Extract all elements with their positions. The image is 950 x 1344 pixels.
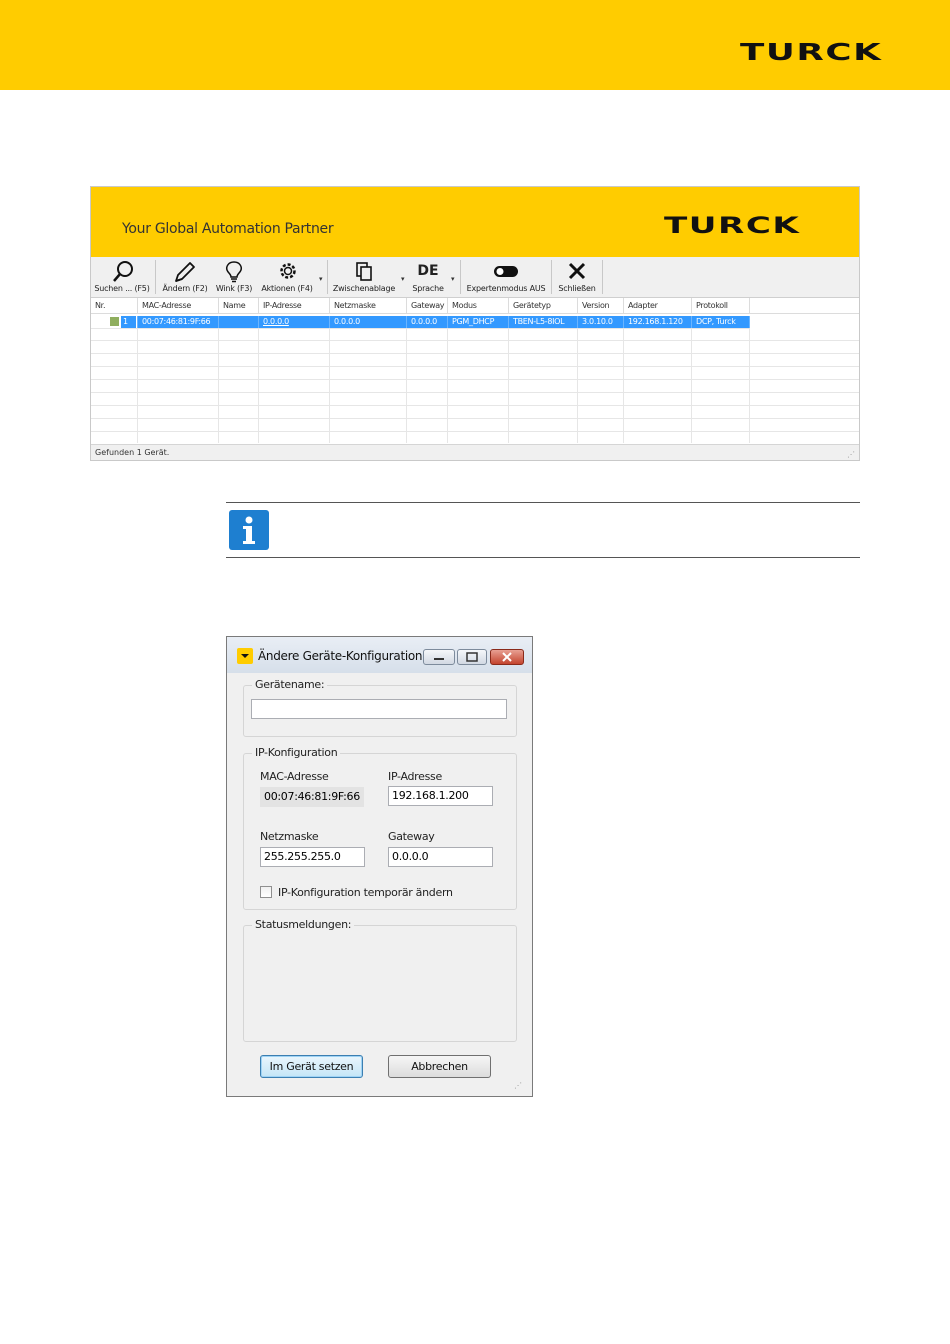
tool-turck-logo: TURCK	[664, 214, 801, 239]
language-dropdown-icon[interactable]: ▾	[451, 275, 455, 283]
wink-button[interactable]: Wink (F3)	[213, 257, 255, 297]
gateway-input[interactable]: 0.0.0.0	[388, 847, 493, 867]
close-button[interactable]: Schließen	[553, 257, 601, 297]
cell-adapter: 192.168.1.120	[624, 316, 692, 328]
search-button[interactable]: Suchen ... (F5)	[93, 257, 151, 297]
turck-logo: TURCK	[740, 40, 883, 66]
dialog-title-bar[interactable]: Ändere Geräte-Konfiguration	[227, 637, 532, 673]
language-label: Sprache	[412, 284, 444, 293]
device-name-legend: Gerätename:	[252, 678, 328, 691]
mac-label: MAC-Adresse	[260, 770, 329, 783]
change-label: Ändern (F2)	[162, 284, 208, 293]
minimize-button[interactable]	[423, 649, 455, 665]
cell-protocol: DCP, Turck	[692, 316, 750, 328]
ip-config-legend: IP-Konfiguration	[252, 746, 341, 759]
col-adapter[interactable]: Adapter	[624, 298, 692, 313]
cell-gateway: 0.0.0.0	[407, 316, 448, 328]
device-table: Nr. MAC-Adresse Name IP-Adresse Netzmask…	[91, 298, 859, 444]
status-messages-group: Statusmeldungen:	[243, 918, 517, 1042]
actions-button[interactable]: Aktionen (F4)	[257, 257, 317, 297]
tool-banner: Your Global Automation Partner TURCK	[91, 187, 859, 257]
language-code: DE	[417, 263, 439, 279]
col-ip[interactable]: IP-Adresse	[259, 298, 330, 313]
mac-field: 00:07:46:81:9F:66	[260, 787, 364, 807]
gateway-label: Gateway	[388, 830, 435, 843]
tool-tagline: Your Global Automation Partner	[122, 221, 334, 237]
toggle-icon	[463, 260, 549, 284]
gear-icon	[257, 260, 317, 284]
magnifier-icon	[93, 260, 151, 284]
clipboard-dropdown-icon[interactable]: ▾	[401, 275, 405, 283]
clipboard-button[interactable]: Zwischenablage	[329, 257, 399, 297]
col-netmask[interactable]: Netzmaske	[330, 298, 407, 313]
change-button[interactable]: Ändern (F2)	[157, 257, 213, 297]
info-icon	[229, 510, 269, 550]
cell-nr: 1	[91, 316, 138, 328]
actions-dropdown-icon[interactable]: ▾	[319, 275, 323, 283]
close-icon	[553, 260, 601, 284]
turck-service-tool-window: Your Global Automation Partner TURCK Suc…	[90, 186, 860, 461]
ip-label: IP-Adresse	[388, 770, 442, 783]
col-mac[interactable]: MAC-Adresse	[138, 298, 219, 313]
set-in-device-button[interactable]: Im Gerät setzen	[260, 1055, 363, 1078]
expert-mode-label: Expertenmodus AUS	[466, 284, 546, 293]
window-close-button[interactable]	[490, 649, 524, 665]
change-device-config-dialog: Ändere Geräte-Konfiguration Gerätename: …	[226, 636, 533, 1097]
col-version[interactable]: Version	[578, 298, 624, 313]
empty-grid-rows	[91, 328, 859, 443]
pencil-icon	[157, 260, 213, 284]
cell-device-type: TBEN-L5-8IOL	[509, 316, 578, 328]
close-label: Schließen	[558, 284, 596, 293]
netmask-label: Netzmaske	[260, 830, 319, 843]
temp-config-checkbox[interactable]	[260, 886, 272, 898]
cell-name	[219, 316, 259, 328]
netmask-input[interactable]: 255.255.255.0	[260, 847, 365, 867]
search-label: Suchen ... (F5)	[94, 284, 150, 293]
cancel-button[interactable]: Abbrechen	[388, 1055, 491, 1078]
table-header: Nr. MAC-Adresse Name IP-Adresse Netzmask…	[91, 298, 859, 314]
cell-mac: 00:07:46:81:9F:66	[138, 316, 219, 328]
lightbulb-icon	[213, 260, 255, 284]
wink-label: Wink (F3)	[215, 284, 253, 293]
col-nr[interactable]: Nr.	[91, 298, 138, 313]
status-bar: Gefunden 1 Gerät. ⋰	[91, 444, 859, 460]
ip-config-group: IP-Konfiguration MAC-Adresse 00:07:46:81…	[243, 746, 517, 910]
actions-label: Aktionen (F4)	[261, 284, 313, 293]
dialog-resize-grip-icon[interactable]: ⋰	[514, 1081, 522, 1090]
clipboard-label: Zwischenablage	[332, 284, 396, 293]
ip-input[interactable]: 192.168.1.200	[388, 786, 493, 806]
app-icon	[237, 648, 253, 664]
cell-mode: PGM_DHCP	[448, 316, 509, 328]
page-header: TURCK	[0, 0, 950, 90]
resize-grip-icon[interactable]: ⋰	[847, 450, 855, 459]
cell-netmask: 0.0.0.0	[330, 316, 407, 328]
note-bottom-rule	[226, 557, 860, 558]
maximize-button[interactable]	[457, 649, 487, 665]
cell-version: 3.0.10.0	[578, 316, 624, 328]
language-button[interactable]: DE Sprache	[409, 257, 447, 297]
col-mode[interactable]: Modus	[448, 298, 509, 313]
note-top-rule	[226, 502, 860, 503]
col-protocol[interactable]: Protokoll	[692, 298, 750, 313]
copy-icon	[329, 260, 399, 284]
dialog-title: Ändere Geräte-Konfiguration	[258, 649, 423, 663]
col-device-type[interactable]: Gerätetyp	[509, 298, 578, 313]
device-name-input[interactable]	[251, 699, 507, 719]
col-name[interactable]: Name	[219, 298, 259, 313]
status-messages-legend: Statusmeldungen:	[252, 918, 355, 931]
row-marker-icon	[110, 317, 119, 326]
toolbar: Suchen ... (F5) Ändern (F2) Wink (F3) Ak…	[91, 257, 859, 298]
expert-mode-toggle[interactable]: Expertenmodus AUS	[463, 257, 549, 297]
cell-ip[interactable]: 0.0.0.0	[259, 316, 330, 328]
col-gateway[interactable]: Gateway	[407, 298, 448, 313]
device-name-group: Gerätename:	[243, 678, 517, 737]
temp-config-label[interactable]: IP-Konfiguration temporär ändern	[278, 886, 453, 899]
row-nr: 1	[121, 316, 136, 328]
status-text: Gefunden 1 Gerät.	[95, 448, 170, 457]
